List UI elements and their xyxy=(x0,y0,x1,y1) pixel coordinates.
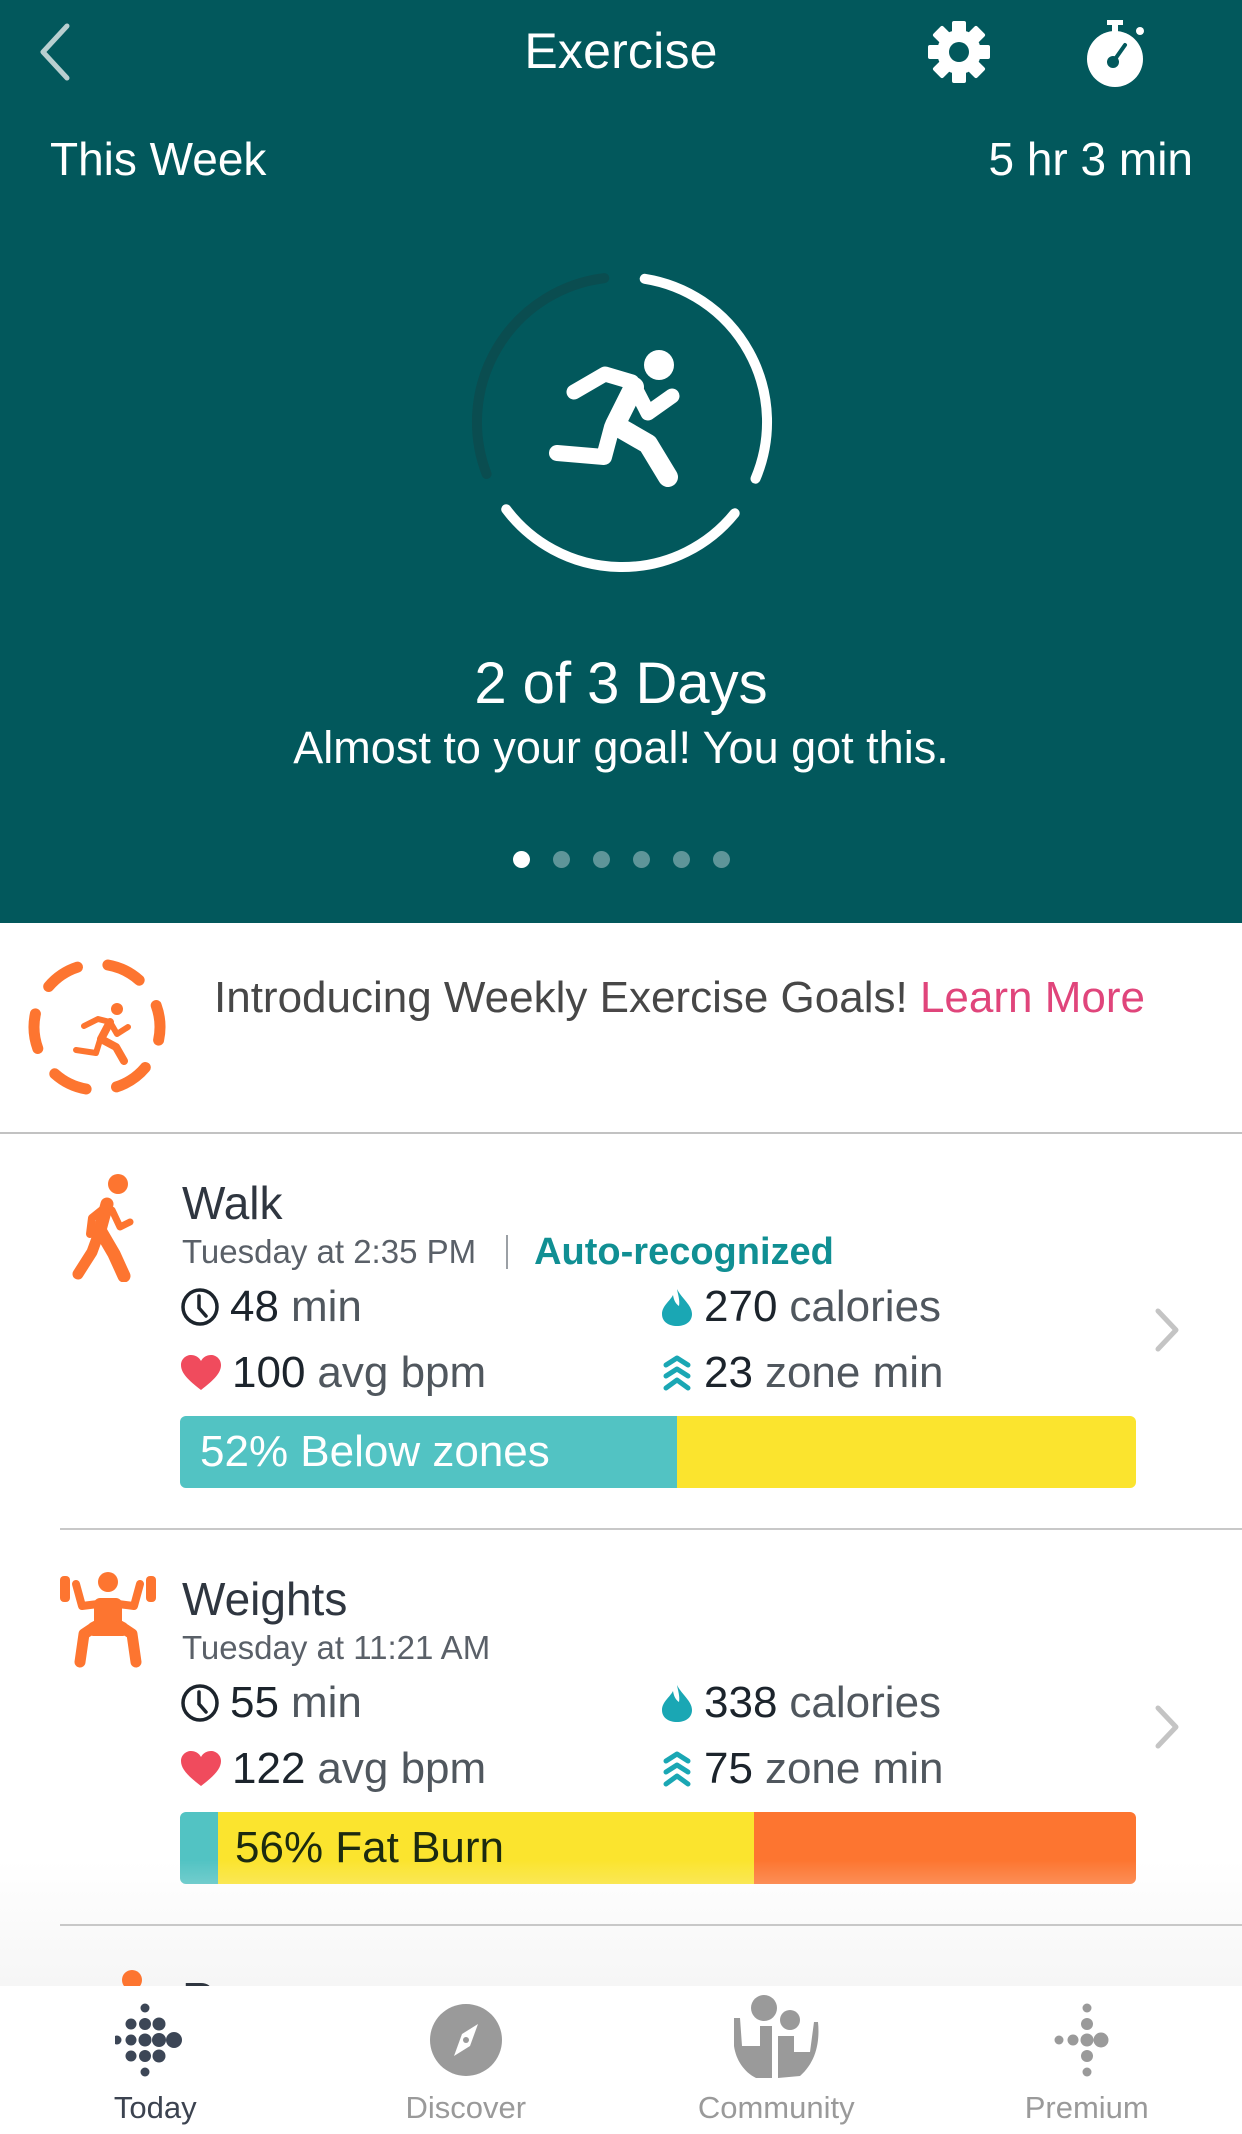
chevron-right-icon[interactable] xyxy=(1152,1305,1182,1355)
activity-meta: Tuesday at 2:35 PM Auto-recognized xyxy=(182,1230,834,1274)
goal-message: Almost to your goal! You got this. xyxy=(293,722,949,773)
meta-separator xyxy=(506,1235,509,1269)
zone-bar-label: 52% Below zones xyxy=(200,1427,550,1476)
clock-icon xyxy=(181,1288,219,1326)
zone-minutes-stat: 75 zone min xyxy=(660,1744,944,1794)
bpm-value: 100 xyxy=(232,1348,306,1397)
activity-name: Run xyxy=(182,1972,266,1986)
page-dot[interactable] xyxy=(512,851,530,868)
fitbit-logo-icon xyxy=(115,2003,183,2077)
page-dot[interactable] xyxy=(592,851,610,868)
page-dot[interactable] xyxy=(672,851,690,868)
bottom-tab-bar: Today Discover Community Premium xyxy=(0,1986,1242,2134)
tab-today[interactable]: Today xyxy=(0,1986,311,2134)
activity-time: Tuesday at 11:21 AM xyxy=(182,1629,491,1666)
tab-community[interactable]: Community xyxy=(621,1986,932,2134)
activity-meta: Tuesday at 11:21 AM xyxy=(182,1626,490,1670)
heart-icon xyxy=(181,1751,221,1786)
zone-minutes-value: 23 xyxy=(704,1348,753,1397)
clock-icon xyxy=(181,1684,219,1722)
zone-minutes-icon xyxy=(663,1355,691,1391)
running-person-icon xyxy=(549,350,680,487)
page-dot[interactable] xyxy=(712,851,730,868)
calories-value: 338 xyxy=(704,1678,778,1727)
premium-dots-icon xyxy=(1054,2003,1109,2077)
page-title: Exercise xyxy=(524,23,718,79)
period-total: 5 hr 3 min xyxy=(988,133,1193,185)
promo-ring-dash xyxy=(49,1068,92,1095)
heart-zone-bar: 52% Below zones xyxy=(180,1416,1136,1488)
zone-minutes-unit: zone min xyxy=(764,1348,944,1397)
running-person-icon xyxy=(73,1003,131,1065)
calories-unit: calories xyxy=(789,1282,942,1331)
duration-stat: 55 min xyxy=(180,1678,362,1728)
weightlifting-person-icon xyxy=(60,1572,156,1668)
running-person-icon xyxy=(122,1970,142,1986)
tab-label: Premium xyxy=(1024,2090,1149,2125)
promo-ring-dash xyxy=(102,959,145,986)
walking-person-icon xyxy=(72,1174,134,1282)
compass-icon xyxy=(429,2004,502,2076)
duration-unit: min xyxy=(290,1282,362,1331)
flame-icon xyxy=(662,1685,692,1722)
flame-icon xyxy=(662,1289,692,1326)
tab-label: Discover xyxy=(405,2090,527,2125)
duration-value: 55 xyxy=(230,1678,279,1727)
tab-discover[interactable]: Discover xyxy=(311,1986,622,2134)
promo-ring-dash xyxy=(28,1008,44,1054)
zone-minutes-unit: zone min xyxy=(764,1744,944,1793)
weekly-goal-ring xyxy=(472,273,773,573)
ring-segment-remaining xyxy=(472,273,610,479)
page-dot[interactable] xyxy=(632,851,650,868)
bpm-unit: avg bpm xyxy=(317,1348,487,1397)
ring-segment-complete xyxy=(501,504,740,573)
gear-icon xyxy=(928,21,990,83)
learn-more-link[interactable]: Learn More xyxy=(920,973,1145,1022)
zone-minutes-value: 75 xyxy=(704,1744,753,1793)
weekly-goals-promo[interactable] xyxy=(0,923,1242,1133)
activity-name: Weights xyxy=(182,1573,348,1625)
activity-row-run[interactable]: Run xyxy=(0,1926,1242,1986)
promo-text: Introducing Weekly Exercise Goals! Learn… xyxy=(214,975,1154,1021)
page-dot[interactable] xyxy=(552,851,570,868)
duration-value: 48 xyxy=(230,1282,279,1331)
promo-message: Introducing Weekly Exercise Goals! xyxy=(214,973,920,1022)
chevron-right-icon[interactable] xyxy=(1152,1702,1182,1752)
calories-stat: 270 calories xyxy=(660,1282,941,1332)
zone-segment-fat-burn xyxy=(677,1416,1136,1488)
zone-minutes-stat: 23 zone min xyxy=(660,1348,944,1398)
duration-unit: min xyxy=(290,1678,362,1727)
tab-premium[interactable]: Premium xyxy=(932,1986,1242,2134)
auto-recognized-badge: Auto-recognized xyxy=(534,1230,834,1273)
activity-time: Tuesday at 2:35 PM xyxy=(182,1233,477,1270)
stopwatch-button[interactable] xyxy=(1080,16,1150,88)
calories-value: 270 xyxy=(704,1282,778,1331)
heart-rate-stat: 100 avg bpm xyxy=(180,1348,486,1398)
promo-goal-icon xyxy=(28,959,166,1095)
stopwatch-icon xyxy=(1087,20,1144,87)
activity-name: Walk xyxy=(182,1177,283,1229)
zone-minutes-icon xyxy=(663,1751,691,1787)
promo-ring-dash xyxy=(111,1062,151,1093)
tab-label: Community xyxy=(697,2090,855,2125)
duration-stat: 48 min xyxy=(180,1282,362,1332)
calories-stat: 338 calories xyxy=(660,1678,941,1728)
tab-label: Today xyxy=(113,2090,197,2125)
page-indicator[interactable] xyxy=(0,851,1242,868)
heart-icon xyxy=(181,1355,221,1390)
promo-ring-dash xyxy=(43,961,83,992)
settings-button[interactable] xyxy=(925,18,993,86)
exercise-header: Exercise This Week 5 hr 3 min 2 of 3 Day… xyxy=(0,0,1242,923)
bpm-value: 122 xyxy=(232,1744,306,1793)
goal-progress-text: 2 of 3 Days xyxy=(474,651,768,716)
period-label: This Week xyxy=(50,133,267,185)
promo-ring-dash xyxy=(150,1000,166,1046)
calories-unit: calories xyxy=(789,1678,942,1727)
bpm-unit: avg bpm xyxy=(317,1744,487,1793)
community-people-icon xyxy=(734,1995,819,2078)
heart-rate-stat: 122 avg bpm xyxy=(180,1744,486,1794)
